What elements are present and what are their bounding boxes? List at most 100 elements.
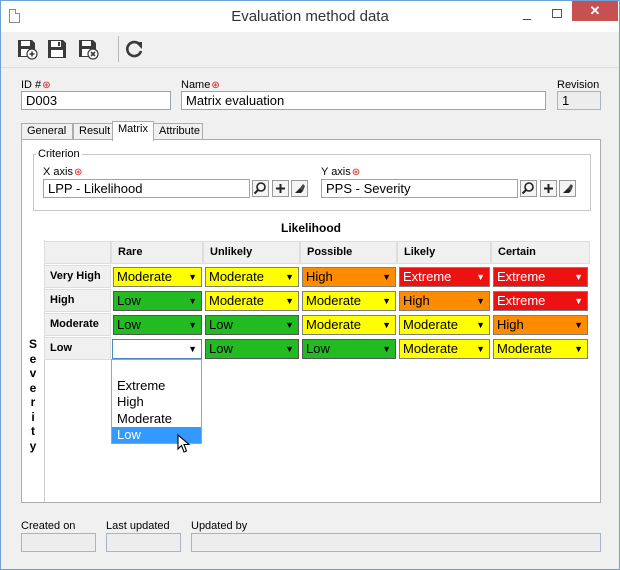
save-icon [48,40,66,58]
save-new-button[interactable] [16,38,38,60]
matrix-cell[interactable]: Moderate ▼ [302,315,396,335]
dropdown-option-moderate[interactable]: Moderate [112,411,201,427]
matrix-cell[interactable]: Moderate ▼ [399,315,490,335]
severity-letter: t [31,424,35,438]
dropdown-arrow-icon: ▼ [188,320,197,330]
tab-attribute[interactable]: Attribute [153,123,203,140]
severity-letter: v [29,366,37,380]
y-axis-clear-button[interactable] [559,180,576,197]
dropdown-arrow-icon: ▼ [382,344,391,354]
cell-value: Low [209,317,233,332]
dropdown-arrow-icon: ▼ [574,272,583,282]
y-axis-add-button[interactable] [540,180,557,197]
save-close-button[interactable] [77,38,99,60]
id-field[interactable]: D003 [21,91,171,110]
maximize-button[interactable] [542,5,572,25]
matrix-cell[interactable]: Low ▼ [113,291,202,311]
minimize-button[interactable]: _ [512,5,542,25]
save-button[interactable] [46,38,68,60]
dropdown-option-extreme[interactable]: Extreme [112,378,201,394]
severity-letter: y [29,438,37,453]
y-axis-search-button[interactable] [520,180,537,197]
x-axis-clear-button[interactable] [291,180,308,197]
dropdown-arrow-icon: ▼ [188,296,197,306]
cell-value: Extreme [497,293,546,308]
cell-value: Moderate [497,341,552,356]
evaluation-method-window: Evaluation method data _ ✕ ID #⊛ D003 Na… [0,0,620,570]
eraser-icon [295,184,305,193]
dropdown-list: Extreme High Moderate Low [111,359,202,444]
tab-result[interactable]: Result [73,123,113,140]
dropdown-arrow-icon: ▼ [285,272,294,282]
name-field[interactable]: Matrix evaluation [181,91,546,110]
x-axis-add-button[interactable] [272,180,289,197]
matrix-cell[interactable]: Low ▼ [302,339,396,359]
save-new-icon [18,40,38,60]
created-on-label: Created on [21,520,76,532]
dropdown-option-high[interactable]: High [112,394,201,410]
required-icon: ⊛ [211,80,220,91]
search-icon [253,182,266,195]
cell-value: Extreme [403,269,452,284]
cell-value: Moderate [403,317,458,332]
criterion-legend: Criterion [36,148,82,160]
matrix-cell[interactable]: Low ▼ [113,315,202,335]
x-axis-search-button[interactable] [252,180,269,197]
matrix-cell[interactable]: Moderate ▼ [205,267,299,287]
dropdown-arrow-icon: ▼ [476,296,485,306]
dropdown-arrow-icon: ▼ [188,344,197,354]
toolbar [1,32,619,68]
matrix-cell[interactable]: Low ▼ [205,339,299,359]
matrix-cell[interactable]: Moderate ▼ [302,291,396,311]
required-icon: ⊛ [73,167,83,178]
matrix-corner [44,241,111,264]
severity-letter: e [29,351,37,366]
matrix-cell[interactable]: Moderate ▼ [493,339,588,359]
cell-value: Extreme [497,269,546,284]
tab-general[interactable]: General [21,123,73,140]
matrix-cell[interactable]: High ▼ [302,267,396,287]
cell-value: High [403,293,430,308]
dropdown-arrow-icon: ▼ [188,272,197,282]
matrix-cell[interactable]: Moderate ▼ [399,339,490,359]
last-updated-label: Last updated [106,520,170,532]
updated-by-label: Updated by [191,520,248,532]
tab-matrix[interactable]: Matrix [112,121,154,141]
x-axis-field[interactable]: LPP - Likelihood [43,179,250,198]
matrix-cell[interactable]: Low ▼ [205,315,299,335]
close-window-button[interactable]: ✕ [572,1,618,21]
severity-letter: e [29,380,37,395]
row-header-moderate: Moderate [44,313,111,336]
dropdown-arrow-icon: ▼ [285,320,294,330]
required-icon: ⊛ [351,167,361,178]
matrix-cell-open-dropdown[interactable]: ▼ [112,339,202,359]
cell-value: Low [306,341,330,356]
refresh-button[interactable] [123,38,145,60]
matrix-cell[interactable]: Moderate ▼ [113,267,202,287]
required-icon: ⊛ [42,80,51,91]
column-header-rare: Rare [111,241,203,264]
matrix-cell[interactable]: High ▼ [399,291,490,311]
dropdown-arrow-icon: ▼ [285,344,294,354]
column-header-certain: Certain [491,241,590,264]
y-axis-field[interactable]: PPS - Severity [321,179,518,198]
dropdown-arrow-icon: ▼ [476,320,485,330]
matrix-cell[interactable]: Extreme ▼ [493,291,588,311]
toolbar-separator [118,36,119,62]
dropdown-arrow-icon: ▼ [574,320,583,330]
cell-value: Moderate [306,317,361,332]
matrix-cell[interactable]: High ▼ [493,315,588,335]
severity-letter: i [31,409,35,424]
matrix-cell[interactable]: Moderate ▼ [205,291,299,311]
dropdown-arrow-icon: ▼ [574,296,583,306]
matrix-cell[interactable]: Extreme ▼ [493,267,588,287]
dropdown-arrow-icon: ▼ [476,344,485,354]
cell-value: High [306,269,333,284]
matrix-cell[interactable]: Extreme ▼ [399,267,490,287]
maximize-icon [552,9,562,18]
updated-by-field [191,533,601,552]
column-header-likely: Likely [397,241,491,264]
column-header-possible: Possible [300,241,397,264]
dropdown-arrow-icon: ▼ [382,320,391,330]
cell-value: Low [117,317,141,332]
